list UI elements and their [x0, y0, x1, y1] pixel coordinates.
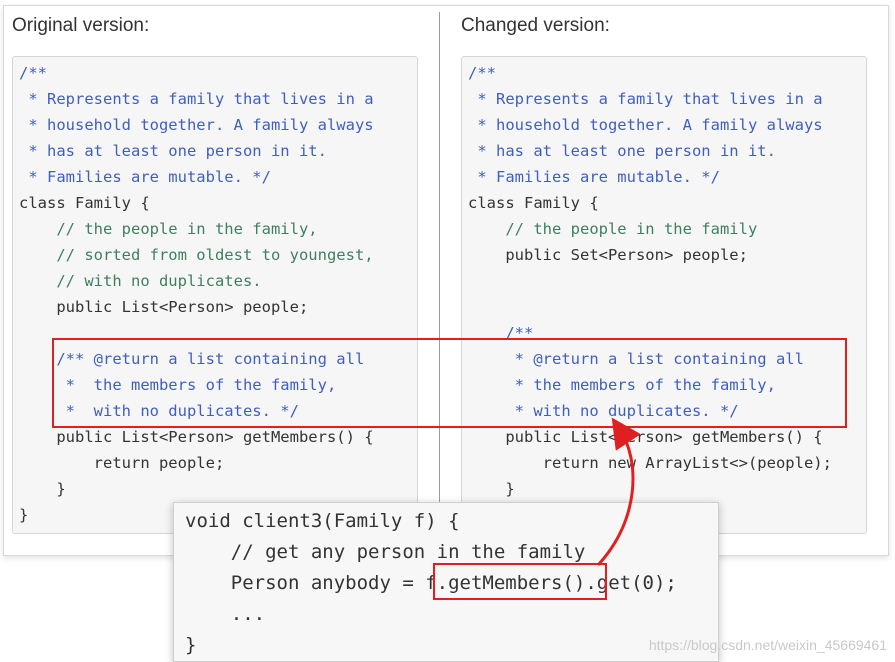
watermark: https://blog.csdn.net/weixin_45669461 — [648, 637, 887, 653]
curved-arrow-icon — [596, 417, 641, 567]
